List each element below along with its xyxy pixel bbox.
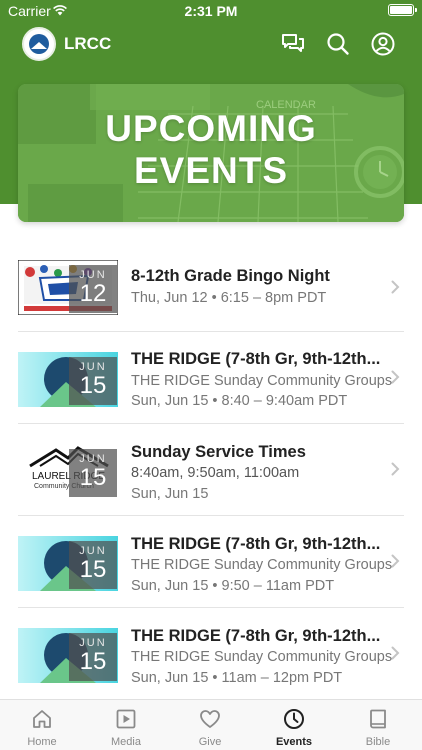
event-title: THE RIDGE (7-8th Gr, 9th-12th... (131, 350, 381, 368)
tab-events[interactable]: Events (252, 700, 336, 750)
chat-icon[interactable] (280, 31, 306, 57)
event-row[interactable]: JUN 15 THE RIDGE (7-8th Gr, 9th-12th... … (0, 516, 422, 608)
app-title: LRCC (64, 34, 112, 53)
chevron-right-icon (391, 646, 400, 660)
tab-label: Bible (365, 736, 391, 748)
event-day: 15 (79, 648, 107, 675)
tab-give[interactable]: Give (168, 700, 252, 750)
event-thumbnail: JUN 15 (18, 352, 118, 407)
church-logo[interactable] (22, 27, 56, 61)
event-time: Sun, Jun 15 • 8:40 – 9:40am PDT (131, 393, 348, 409)
banner-title-line2: EVENTS (133, 150, 289, 191)
event-thumbnail: LAUREL RIDGE Community Church JUN 15 (18, 444, 118, 499)
event-date-badge: JUN 15 (69, 449, 117, 497)
heart-icon (200, 710, 220, 728)
book-icon (370, 709, 386, 729)
event-subtitle: THE RIDGE Sunday Community Groups (131, 557, 393, 573)
upcoming-events-banner[interactable]: CALENDAR UPCOMING EVENTS (18, 84, 404, 222)
event-row[interactable]: JUN 15 THE RIDGE (7-8th Gr, 9th-12th... … (0, 332, 422, 424)
event-date-badge: JUN 15 (69, 357, 117, 405)
banner-title: UPCOMING EVENTS (18, 108, 404, 192)
search-icon[interactable] (325, 31, 351, 57)
event-date-badge: JUN 12 (69, 265, 117, 313)
chevron-right-icon (391, 370, 400, 384)
home-icon (33, 710, 51, 728)
status-bar: Carrier 2:31 PM (0, 0, 422, 22)
event-thumbnail: JUN 15 (18, 536, 118, 591)
tab-media[interactable]: Media (84, 700, 168, 750)
chevron-right-icon (391, 554, 400, 568)
event-row[interactable]: LAUREL RIDGE Community Church JUN 15 Sun… (0, 424, 422, 516)
event-time: Sun, Jun 15 (131, 486, 209, 502)
tab-label: Events (275, 736, 313, 748)
tab-label: Give (198, 736, 222, 748)
app-bar: LRCC (0, 24, 422, 64)
banner-title-line1: UPCOMING (105, 108, 317, 149)
chevron-right-icon (391, 462, 400, 476)
event-day: 15 (79, 556, 107, 583)
event-row[interactable]: JUN 15 THE RIDGE (7-8th Gr, 9th-12th... … (0, 608, 422, 700)
event-thumbnail: JUN 12 (18, 260, 118, 315)
status-time: 2:31 PM (184, 3, 238, 19)
tab-label: Home (27, 736, 57, 748)
event-day: 15 (79, 372, 107, 399)
event-title: THE RIDGE (7-8th Gr, 9th-12th... (131, 535, 381, 553)
event-subtitle: 8:40am, 9:50am, 11:00am (131, 465, 300, 481)
event-date-badge: JUN 15 (69, 541, 117, 589)
event-date-badge: JUN 15 (69, 633, 117, 681)
bottom-tab-bar: Home Media Give Events Bible (0, 699, 422, 750)
tab-bible[interactable]: Bible (336, 700, 420, 750)
media-icon (116, 709, 136, 729)
event-time: Thu, Jun 12 • 6:15 – 8pm PDT (131, 290, 327, 306)
event-subtitle: THE RIDGE Sunday Community Groups (131, 373, 393, 389)
chevron-right-icon (391, 280, 400, 294)
profile-icon[interactable] (370, 31, 396, 57)
event-time: Sun, Jun 15 • 11am – 12pm PDT (131, 670, 343, 686)
tab-home[interactable]: Home (0, 700, 84, 750)
battery-icon (388, 4, 417, 16)
event-day: 12 (79, 280, 107, 307)
event-title: THE RIDGE (7-8th Gr, 9th-12th... (131, 627, 381, 645)
tab-label: Media (111, 736, 141, 748)
event-day: 15 (79, 464, 107, 491)
event-subtitle: THE RIDGE Sunday Community Groups (131, 649, 393, 665)
clock-icon (284, 709, 304, 729)
event-title: Sunday Service Times (131, 443, 306, 461)
event-thumbnail: JUN 15 (18, 628, 118, 683)
event-time: Sun, Jun 15 • 9:50 – 11am PDT (131, 578, 335, 594)
event-row[interactable]: JUN 12 8-12th Grade Bingo Night Thu, Jun… (0, 240, 422, 332)
event-title: 8-12th Grade Bingo Night (131, 267, 330, 285)
